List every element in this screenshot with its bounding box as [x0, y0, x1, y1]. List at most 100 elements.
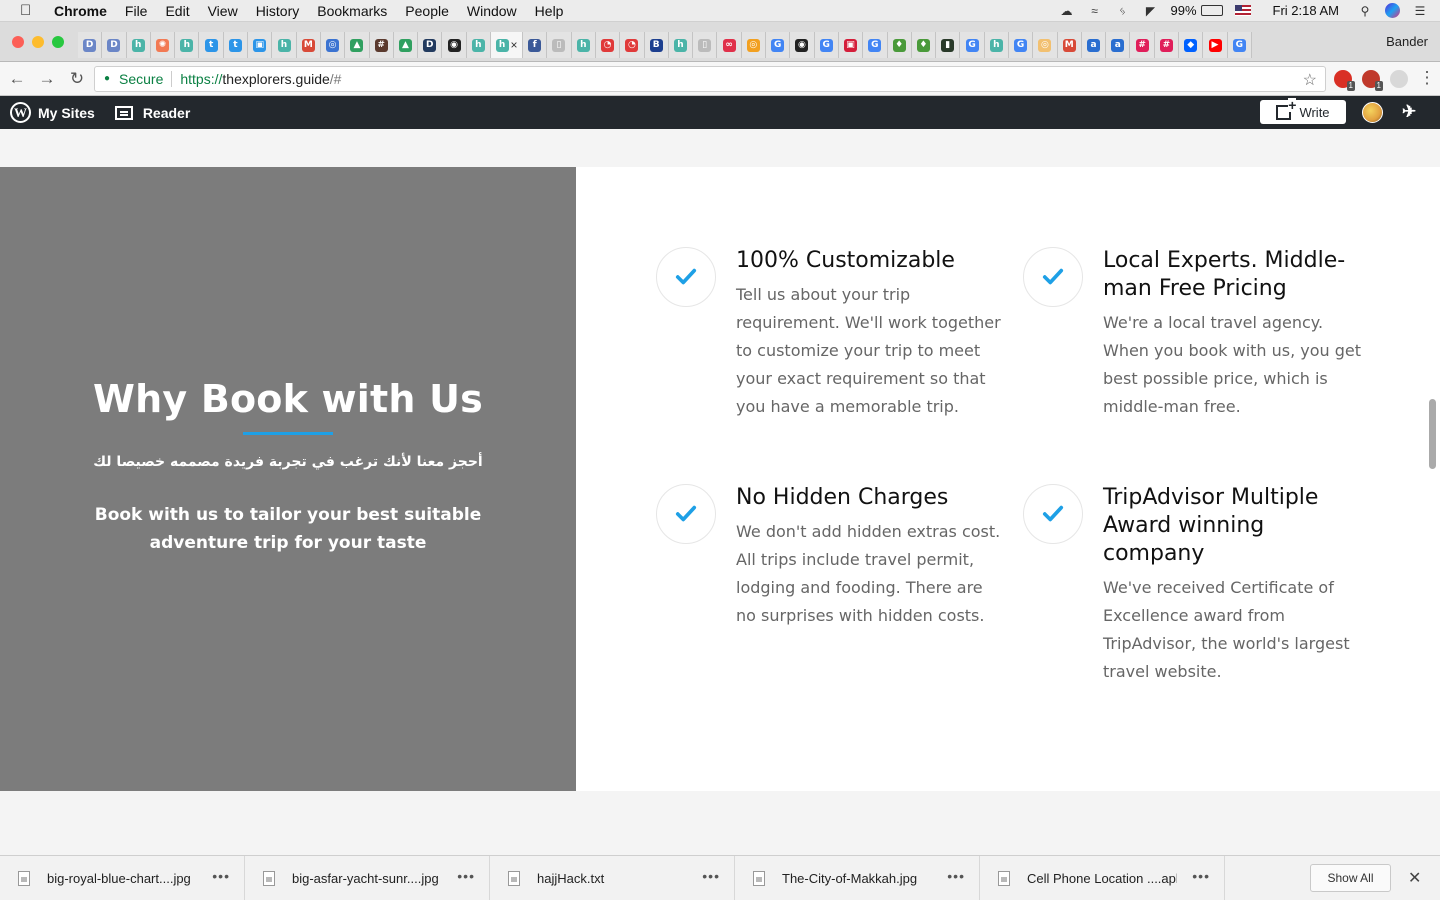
browser-tab[interactable]: ▲ [393, 32, 419, 58]
browser-tab[interactable]: ▯ [547, 32, 572, 58]
menu-help[interactable]: Help [535, 3, 564, 19]
siri-icon[interactable] [1385, 3, 1400, 18]
browser-tab[interactable]: a [1081, 32, 1107, 58]
browser-tab[interactable]: M [296, 32, 321, 58]
bluetooth-icon[interactable]: ᛃ [1115, 4, 1131, 18]
browser-tab[interactable]: G [1008, 32, 1034, 58]
more-options-icon[interactable]: ••• [212, 868, 230, 884]
extension-abp-icon[interactable]: 1 [1362, 70, 1383, 91]
download-item[interactable]: hajjHack.txt ••• [490, 855, 735, 900]
browser-tab[interactable]: ▲ [345, 32, 370, 58]
browser-tab[interactable]: ◔ [620, 32, 645, 58]
my-sites-link[interactable]: My Sites [38, 105, 95, 121]
show-all-downloads-button[interactable]: Show All [1310, 864, 1391, 892]
browser-tab[interactable]: G [766, 32, 791, 58]
close-downloads-icon[interactable]: ✕ [1408, 868, 1421, 888]
menu-people[interactable]: People [405, 3, 449, 19]
browser-tab[interactable]: ∞ [717, 32, 742, 58]
browser-tab[interactable]: D [102, 32, 127, 58]
minimize-window-button[interactable] [32, 36, 44, 48]
browser-tab[interactable]: ◎ [320, 32, 346, 58]
browser-tab[interactable]: t [199, 32, 224, 58]
extension-cloud-icon[interactable] [1390, 70, 1408, 88]
browser-tab[interactable]: ◎ [1033, 32, 1058, 58]
browser-tab[interactable]: ♦ [887, 32, 912, 58]
menu-edit[interactable]: Edit [165, 3, 189, 19]
extension-red-icon[interactable]: 1 [1334, 70, 1355, 91]
browser-tab[interactable]: h [466, 32, 492, 58]
browser-tab[interactable]: f [523, 32, 548, 58]
browser-tab[interactable]: G [1227, 32, 1252, 58]
more-options-icon[interactable]: ••• [457, 868, 475, 884]
browser-tab[interactable]: ♦ [911, 32, 937, 58]
browser-tab[interactable]: D [418, 32, 443, 58]
browser-tab[interactable]: ◉ [790, 32, 815, 58]
forward-icon[interactable]: → [34, 69, 60, 89]
browser-tab[interactable]: D [78, 32, 103, 58]
browser-tab[interactable]: t [223, 32, 249, 58]
download-item[interactable]: big-asfar-yacht-sunr....jpg ••• [245, 855, 490, 900]
menu-bookmarks[interactable]: Bookmarks [317, 3, 387, 19]
browser-tab[interactable]: h [126, 32, 151, 58]
menu-window[interactable]: Window [467, 3, 517, 19]
browser-tab[interactable]: ▣ [248, 32, 273, 58]
browser-tab[interactable]: ◆ [1179, 32, 1204, 58]
reader-icon[interactable] [114, 105, 133, 120]
clock[interactable]: Fri 2:18 AM [1273, 3, 1339, 18]
creative-cloud-icon[interactable]: ☁ [1059, 4, 1075, 18]
browser-tab[interactable]: ✺ [150, 32, 176, 58]
browser-tab[interactable]: # [369, 32, 394, 58]
browser-tab[interactable]: G [960, 32, 985, 58]
wifi-icon[interactable]: ◤ [1143, 4, 1159, 18]
wordpress-logo-icon[interactable]: W [10, 102, 31, 123]
avatar[interactable] [1362, 102, 1383, 123]
browser-tab[interactable]: ◉ [442, 32, 467, 58]
zoom-window-button[interactable] [52, 36, 64, 48]
menu-history[interactable]: History [256, 3, 300, 19]
download-item[interactable]: big-royal-blue-chart....jpg ••• [0, 855, 245, 900]
close-tab-icon[interactable]: × [511, 38, 518, 52]
browser-tab[interactable]: ◎ [741, 32, 767, 58]
notifications-bell-icon[interactable]: ✈ [1402, 102, 1416, 122]
reader-link[interactable]: Reader [143, 105, 190, 121]
browser-tab[interactable]: # [1154, 32, 1180, 58]
reload-icon[interactable]: ↻ [64, 69, 90, 89]
browser-tab[interactable]: ▶ [1203, 32, 1228, 58]
more-options-icon[interactable]: ••• [1192, 868, 1210, 884]
browser-tab[interactable]: h [175, 32, 200, 58]
close-window-button[interactable] [12, 36, 24, 48]
battery-icon[interactable] [1200, 5, 1223, 16]
download-item[interactable]: Cell Phone Location ....apk ••• [980, 855, 1225, 900]
browser-tab[interactable]: G [863, 32, 888, 58]
browser-tab[interactable]: h [571, 32, 596, 58]
menu-app-chrome[interactable]: Chrome [54, 3, 107, 19]
browser-tab[interactable]: ◔ [595, 32, 621, 58]
browser-tab[interactable]: M [1057, 32, 1082, 58]
wifi-dual-icon[interactable]: ≈ [1087, 4, 1103, 18]
back-icon[interactable]: ← [4, 69, 30, 89]
chrome-menu-icon[interactable]: ⋮ [1414, 68, 1440, 88]
notification-center-icon[interactable]: ☰ [1412, 4, 1428, 18]
us-flag-icon[interactable] [1234, 5, 1251, 16]
more-options-icon[interactable]: ••• [702, 868, 720, 884]
menu-file[interactable]: File [125, 3, 148, 19]
spotlight-icon[interactable]: ⚲ [1357, 4, 1373, 18]
write-button[interactable]: Write [1260, 97, 1346, 124]
menu-view[interactable]: View [208, 3, 238, 19]
bookmark-star-icon[interactable]: ☆ [1303, 70, 1317, 90]
browser-tab[interactable]: G [814, 32, 839, 58]
browser-tab[interactable]: ▮ [936, 32, 961, 58]
download-item[interactable]: The-City-of-Makkah.jpg ••• [735, 855, 980, 900]
profile-name[interactable]: Bander [1386, 34, 1428, 49]
browser-tab[interactable]: # [1130, 32, 1155, 58]
browser-tab[interactable]: B [644, 32, 669, 58]
browser-tab[interactable]: a [1106, 32, 1131, 58]
page-scrollbar[interactable] [1429, 399, 1436, 469]
browser-tab[interactable]: h [668, 32, 694, 58]
more-options-icon[interactable]: ••• [947, 868, 965, 884]
browser-tab[interactable]: h [984, 32, 1009, 58]
browser-tab[interactable]: ▣ [838, 32, 864, 58]
browser-tab[interactable]: h [272, 32, 297, 58]
active-tab[interactable]: h × [491, 32, 524, 58]
apple-menu-icon[interactable]:  [20, 2, 38, 19]
